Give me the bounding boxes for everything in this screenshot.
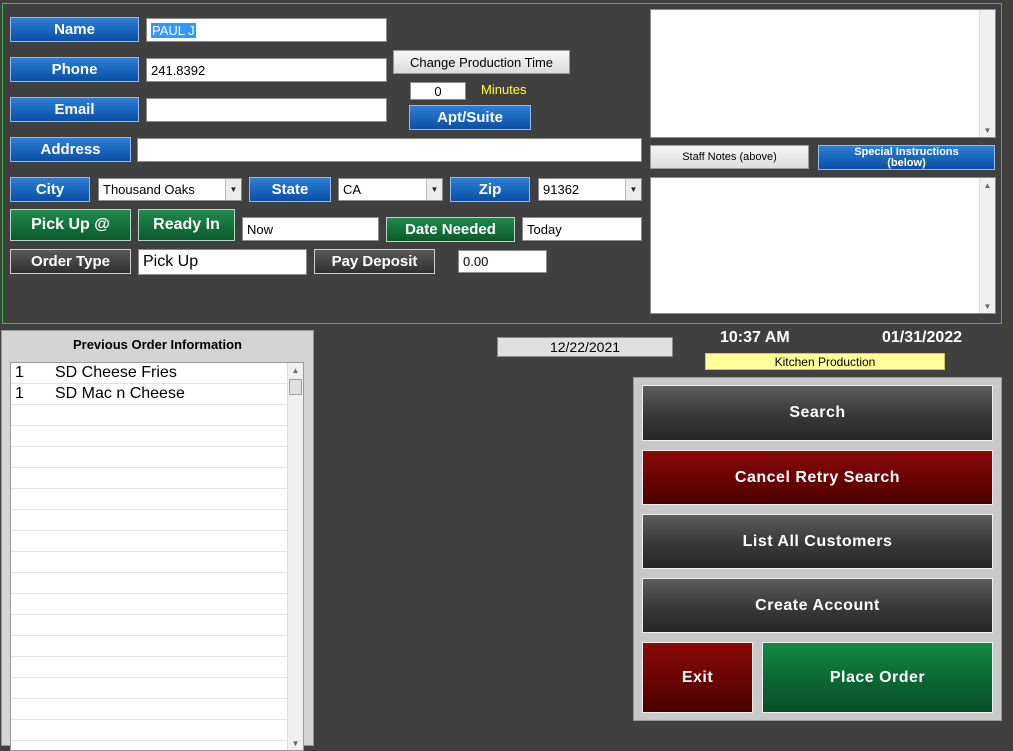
zip-value: 91362 [543,182,580,197]
list-item[interactable] [11,447,288,468]
staff-notes-scrollbar[interactable]: ▼ [979,10,995,137]
date-display: 12/22/2021 [497,337,673,357]
city-value: Thousand Oaks [103,182,195,197]
date-text: 01/31/2022 [882,329,963,346]
staff-notes-textarea[interactable]: ▼ [650,9,996,138]
place-order-button[interactable]: Place Order [762,642,993,713]
action-panel: Search Cancel Retry Search List All Cust… [633,377,1002,721]
state-select[interactable]: CA ▼ [338,178,443,201]
minutes-input[interactable]: 0 [410,82,466,100]
cancel-retry-search-button[interactable]: Cancel Retry Search [642,450,993,505]
staff-notes-button[interactable]: Staff Notes (above) [650,145,809,169]
zip-button[interactable]: Zip [450,177,530,202]
list-item[interactable]: 1 SD Cheese Fries [11,363,288,384]
list-item[interactable] [11,426,288,447]
list-item[interactable] [11,636,288,657]
state-value: CA [343,182,362,197]
address-input[interactable] [137,138,642,162]
list-all-customers-button[interactable]: List All Customers [642,514,993,569]
email-button[interactable]: Email [10,97,139,122]
ready-in-input[interactable]: Now [242,217,379,241]
search-button[interactable]: Search [642,385,993,441]
special-instructions-sublabel: (below) [887,156,926,169]
list-item[interactable] [11,657,288,678]
kitchen-production-label: Kitchen Production [705,353,945,370]
item-name: SD Mac n Cheese [55,385,185,402]
order-type-button[interactable]: Order Type [10,249,131,274]
item-name: SD Cheese Fries [55,364,177,381]
scroll-thumb[interactable] [289,379,302,395]
city-select[interactable]: Thousand Oaks ▼ [98,178,242,201]
minutes-label: Minutes [481,82,527,97]
order-type-input[interactable]: Pick Up [138,249,307,275]
list-item[interactable] [11,615,288,636]
special-instructions-button[interactable]: Special Instructions (below) [818,145,995,170]
pay-deposit-button[interactable]: Pay Deposit [314,249,435,274]
previous-order-title: Previous Order Information [72,337,243,352]
previous-order-rows: 1 SD Cheese Fries 1 SD Mac n Cheese [11,363,303,741]
change-production-time-button[interactable]: Change Production Time [393,50,570,74]
address-button[interactable]: Address [10,137,131,162]
apt-suite-button[interactable]: Apt/Suite [409,105,531,130]
date-needed-button[interactable]: Date Needed [386,217,515,242]
item-qty: 1 [15,364,24,381]
previous-order-panel: Previous Order Information 1 SD Cheese Fr… [1,330,314,751]
item-qty: 1 [15,385,24,402]
special-instructions-textarea[interactable]: ▲ ▼ [650,177,996,314]
list-item[interactable] [11,699,288,720]
date-needed-input[interactable]: Today [522,217,642,241]
special-instructions-scrollbar[interactable]: ▲ ▼ [979,178,995,313]
list-item[interactable] [11,573,288,594]
name-input[interactable]: PAUL J [146,18,387,42]
state-button[interactable]: State [249,177,331,202]
previous-order-list[interactable]: 1 SD Cheese Fries 1 SD Mac n Cheese ▲ ▼ [10,362,304,751]
list-item[interactable] [11,468,288,489]
scroll-up-icon[interactable]: ▲ [980,178,995,192]
time-display: 10:37 AM [720,329,790,346]
customer-info-panel: Name PAUL J Phone 241.8392 Email Change … [2,3,1002,324]
email-input[interactable] [146,98,387,122]
chevron-down-icon[interactable]: ▼ [625,179,641,200]
scroll-up-icon[interactable]: ▲ [288,363,303,377]
chevron-down-icon[interactable]: ▼ [426,179,442,200]
list-item[interactable] [11,678,288,699]
ready-in-button[interactable]: Ready In [138,209,235,241]
zip-select[interactable]: 91362 ▼ [538,178,642,201]
pick-up-at-button[interactable]: Pick Up @ [10,209,131,241]
list-item[interactable]: 1 SD Mac n Cheese [11,384,288,405]
deposit-input[interactable]: 0.00 [458,250,547,273]
list-item[interactable] [11,552,288,573]
create-account-button[interactable]: Create Account [642,578,993,633]
special-instructions-label: Special Instructions [854,145,959,158]
list-item[interactable] [11,594,288,615]
list-item[interactable] [11,405,288,426]
list-item[interactable] [11,531,288,552]
city-button[interactable]: City [10,177,90,202]
list-item[interactable] [11,510,288,531]
phone-button[interactable]: Phone [10,57,139,82]
name-value: PAUL J [151,22,196,38]
exit-button[interactable]: Exit [642,642,753,713]
scroll-down-icon[interactable]: ▼ [980,299,995,313]
list-item[interactable] [11,720,288,741]
scroll-down-icon[interactable]: ▼ [980,123,995,137]
name-button[interactable]: Name [10,17,139,42]
previous-order-scrollbar[interactable]: ▲ ▼ [287,363,303,750]
phone-input[interactable]: 241.8392 [146,58,387,82]
list-item[interactable] [11,489,288,510]
chevron-down-icon[interactable]: ▼ [225,179,241,200]
